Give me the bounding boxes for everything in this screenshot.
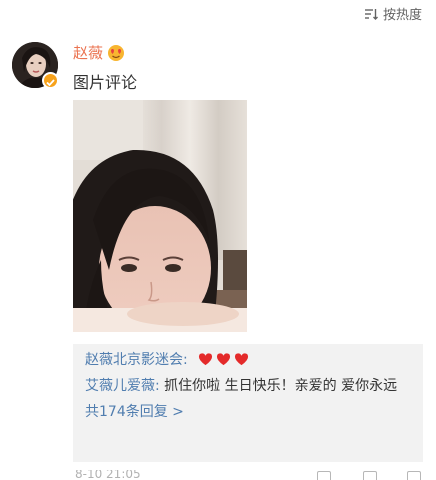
like-icon[interactable] [407,471,421,480]
heart-eyes-emoji-icon [108,44,125,61]
selfie-photo [73,100,247,332]
author-name[interactable]: 赵薇 [73,42,103,63]
verified-check-icon [42,72,59,89]
comment-photo[interactable] [73,100,247,332]
timestamp: 8-10 21:05 [75,470,141,480]
reply-user[interactable]: 艾薇儿爱薇: [85,378,160,394]
red-heart-icon [235,353,249,366]
reply-user[interactable]: 赵薇北京影迷会: [85,352,188,368]
reply-item[interactable]: 赵薇北京影迷会: [85,350,411,371]
more-replies-link[interactable]: 共174条回复 > [85,402,411,423]
reply-item[interactable]: 艾薇儿爱薇: 抓住你啦 生日快乐！亲爱的 爱你永远 [85,376,411,397]
comment-author[interactable]: 赵薇 [73,42,125,63]
sort-by-hot-toggle[interactable]: 按热度 [364,4,422,23]
reply-text: 抓住你啦 生日快乐！亲爱的 爱你永远 [159,378,398,394]
comment-text: 图片评论 [73,73,138,92]
share-icon[interactable] [317,471,331,480]
red-heart-icon [217,353,231,366]
sort-label: 按热度 [382,8,422,23]
replies-block: 赵薇北京影迷会: 艾薇儿爱薇: 抓住你啦 生日快乐！亲爱的 爱你永远 共174条… [73,344,423,462]
comment-footer: 8-10 21:05 [73,470,433,480]
red-heart-icon [199,353,213,366]
comment-icon[interactable] [363,471,377,480]
sort-lines-icon [364,8,378,20]
reply-emoji [198,352,249,367]
